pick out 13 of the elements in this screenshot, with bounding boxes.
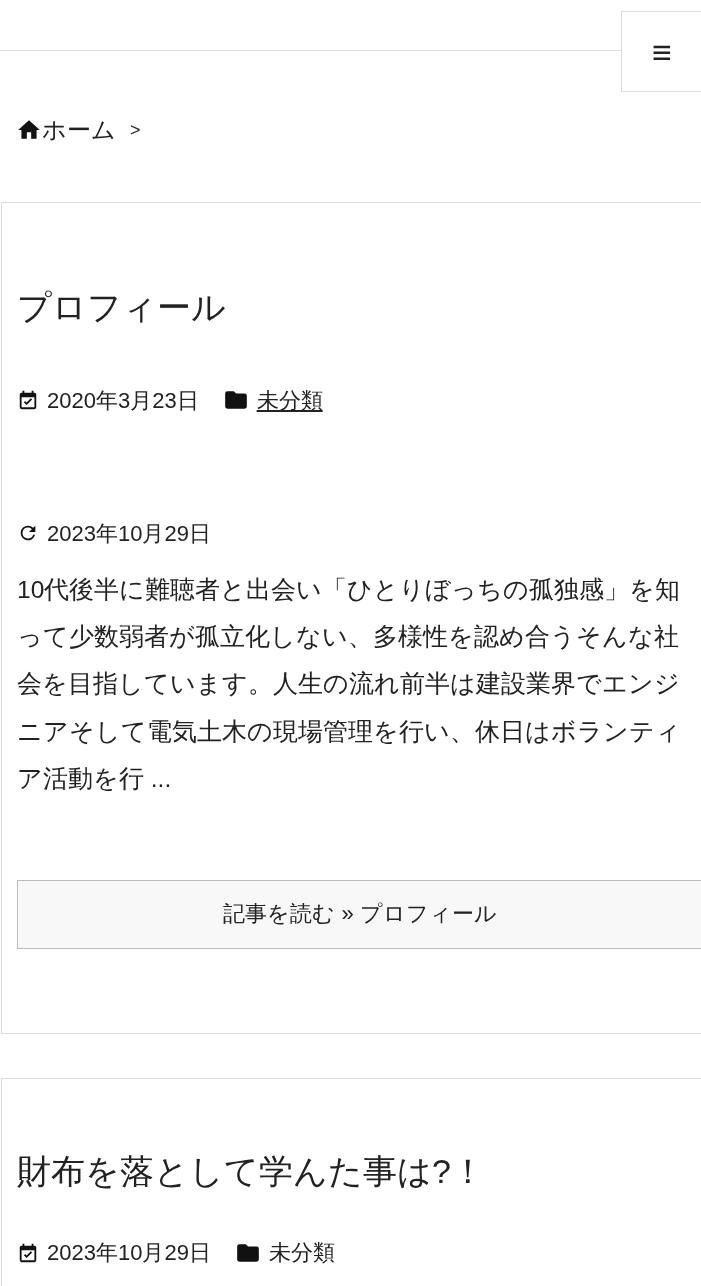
post-date: 2023年10月29日 (47, 1239, 211, 1268)
category-link[interactable]: 未分類 (256, 383, 323, 417)
calendar-icon (17, 389, 39, 412)
menu-button[interactable]: ≡ (621, 11, 701, 92)
post-excerpt: 10代後半に難聴者と出会い「ひとりぼっちの孤独感」を知って少数弱者が孤立化しない、多様性を認め合うそんな社会を目指しています。人生の流れ前半は建設業界でエンジニアそして電気土木の現場管理を行い、休日はボランティア活動を行 ... (17, 574, 682, 794)
breadcrumb-separator: > (130, 118, 141, 142)
post-date: 2020年3月23日 (47, 386, 199, 415)
updated-date: 2023年10月29日 (47, 519, 211, 548)
post-title: 財布を落として学んた事は?！ (17, 1151, 486, 1193)
calendar-icon (17, 1241, 39, 1264)
read-more-button[interactable]: 記事を読む » プロフィール (17, 880, 701, 950)
breadcrumb-link[interactable]: ホーム (16, 112, 116, 148)
post-title: プロフィール (17, 287, 227, 328)
